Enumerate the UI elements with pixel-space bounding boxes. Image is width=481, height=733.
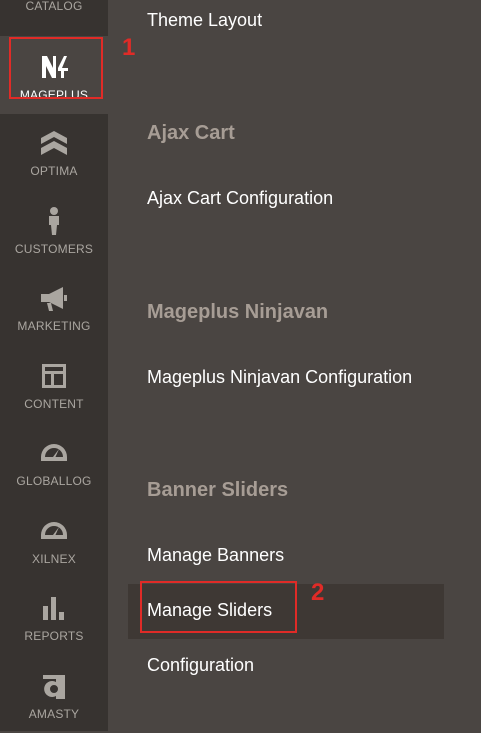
annotation-box-step1 <box>9 37 103 99</box>
nav-item-label: OPTIMA <box>30 164 78 178</box>
nav-item-content[interactable]: CONTENT <box>0 345 108 423</box>
annotation-number-step1: 1 <box>122 34 136 61</box>
menu-link-manage-banners[interactable]: Manage Banners <box>147 545 284 566</box>
nav-item-label: AMASTY <box>28 707 80 721</box>
nav-item-label: MARKETING <box>17 319 91 333</box>
nav-item-catalog[interactable]: CATALOG <box>0 0 108 16</box>
customers-icon <box>37 204 71 238</box>
bar-chart-icon <box>37 591 71 625</box>
nav-item-amasty[interactable]: AMASTY <box>0 655 108 733</box>
content-icon <box>37 359 71 393</box>
nav-item-label: CUSTOMERS <box>14 242 94 256</box>
megaphone-icon <box>37 281 71 315</box>
gauge-icon <box>37 436 71 470</box>
group-title-ajax-cart: Ajax Cart <box>147 122 235 144</box>
nav-item-label: REPORTS <box>24 629 84 643</box>
menu-link-configuration[interactable]: Configuration <box>147 655 254 676</box>
nav-item-globallog[interactable]: GLOBALLOG <box>0 422 108 500</box>
group-title-banner-sliders: Banner Sliders <box>147 479 289 501</box>
menu-link-ajax-cart-configuration[interactable]: Ajax Cart Configuration <box>147 188 333 209</box>
amasty-icon <box>37 669 71 703</box>
gauge-icon <box>37 514 71 548</box>
annotation-box-step2 <box>140 581 297 633</box>
nav-item-label: GLOBALLOG <box>16 474 92 488</box>
menu-link-ninjavan-configuration[interactable]: Mageplus Ninjavan Configuration <box>147 367 412 388</box>
nav-item-label: CATALOG <box>25 0 83 13</box>
group-title-mageplus-ninjavan: Mageplus Ninjavan <box>147 301 329 323</box>
annotation-number-step2: 2 <box>311 579 325 606</box>
menu-link-theme-layout[interactable]: Theme Layout <box>147 10 262 31</box>
nav-item-label: CONTENT <box>24 397 84 411</box>
optima-icon <box>37 126 71 160</box>
nav-item-reports[interactable]: REPORTS <box>0 577 108 655</box>
nav-item-customers[interactable]: CUSTOMERS <box>0 190 108 268</box>
nav-item-xilnex[interactable]: XILNEX <box>0 500 108 578</box>
nav-item-optima[interactable]: OPTIMA <box>0 112 108 190</box>
nav-item-marketing[interactable]: MARKETING <box>0 267 108 345</box>
nav-item-label: XILNEX <box>32 552 76 566</box>
admin-sidebar: CATALOG MAGEPLUS OPTIMA CUSTOMERS MARKET… <box>0 0 108 731</box>
